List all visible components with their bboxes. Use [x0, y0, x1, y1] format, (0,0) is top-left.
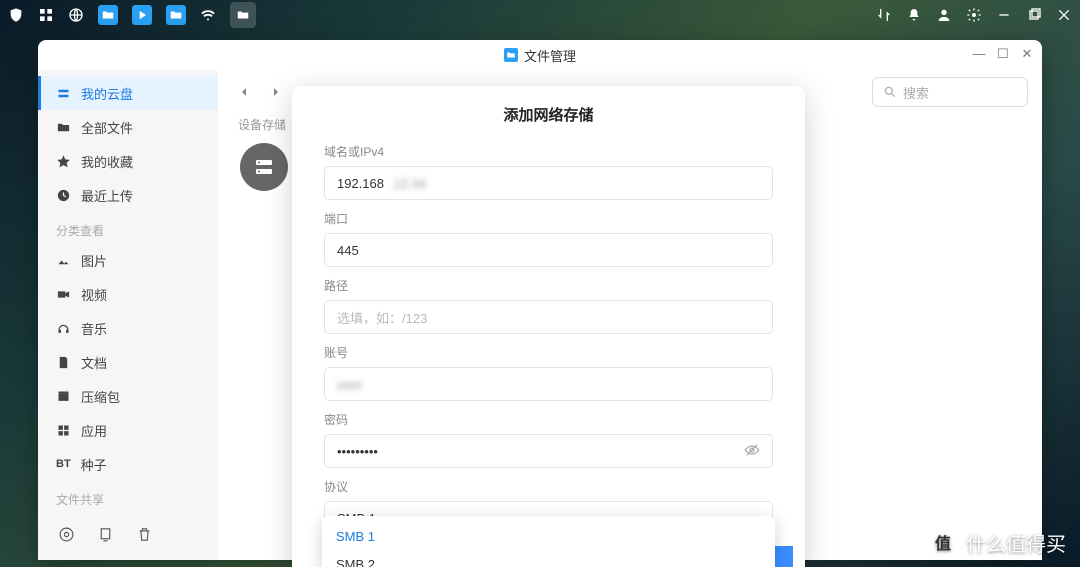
bt-prefix: BT	[56, 458, 71, 470]
search-placeholder: 搜索	[903, 83, 929, 102]
sidebar-item-favorites[interactable]: 我的收藏	[38, 144, 218, 178]
toggle-password-visibility-icon[interactable]	[744, 442, 760, 461]
sidebar-item-videos[interactable]: 视频	[38, 277, 218, 311]
account-input[interactable]: user	[324, 367, 773, 401]
watermark-badge: 值	[928, 527, 958, 557]
nav-back-button[interactable]	[232, 80, 256, 104]
sidebar-item-label: 图片	[81, 251, 107, 270]
transfer-icon[interactable]	[876, 7, 892, 23]
wifi-icon[interactable]	[200, 7, 216, 23]
sidebar-item-label: 我的收藏	[81, 152, 133, 171]
host-input[interactable]: 192.168.12.34	[324, 166, 773, 200]
bell-icon[interactable]	[906, 7, 922, 23]
window-titlebar: 文件管理 — ☐ ✕	[38, 40, 1042, 70]
win-maximize-icon[interactable]: ☐	[996, 46, 1010, 62]
sidebar-item-label: 最近上传	[81, 186, 133, 205]
device-icon[interactable]	[97, 526, 114, 546]
sidebar: 我的云盘 全部文件 我的收藏 最近上传 分类查看 图片 视频	[38, 70, 218, 560]
win-close-icon[interactable]: ✕	[1020, 46, 1034, 62]
sidebar-item-recent[interactable]: 最近上传	[38, 178, 218, 212]
globe-icon[interactable]	[68, 7, 84, 23]
host-label: 域名或IPv4	[324, 143, 773, 160]
sidebar-item-label: 音乐	[81, 319, 107, 338]
sidebar-item-archives[interactable]: 压缩包	[38, 379, 218, 413]
win-minimize-icon[interactable]: —	[972, 46, 986, 62]
sidebar-item-label: 种子	[81, 455, 107, 474]
storage-disk-icon[interactable]	[240, 143, 288, 191]
sidebar-item-apps[interactable]: 应用	[38, 413, 218, 447]
protocol-option[interactable]: SMB 2	[322, 550, 775, 567]
shield-icon[interactable]	[8, 7, 24, 23]
sys-minimize-icon[interactable]	[996, 7, 1012, 23]
file-manager-window: 文件管理 — ☐ ✕ 我的云盘 全部文件 我的收藏 最近上传	[38, 40, 1042, 560]
sys-restore-icon[interactable]	[1026, 7, 1042, 23]
sidebar-item-my-cloud[interactable]: 我的云盘	[38, 76, 218, 110]
port-input[interactable]: 445	[324, 233, 773, 267]
sidebar-group-share: 文件共享	[38, 481, 218, 512]
sidebar-item-docs[interactable]: 文档	[38, 345, 218, 379]
sidebar-item-music[interactable]: 音乐	[38, 311, 218, 345]
path-label: 路径	[324, 277, 773, 294]
path-input[interactable]: 选填，如：/123	[324, 300, 773, 334]
sidebar-item-images[interactable]: 图片	[38, 243, 218, 277]
watermark: 值 什么值得买	[928, 527, 1066, 557]
settings-icon[interactable]	[58, 526, 75, 546]
user-icon[interactable]	[936, 7, 952, 23]
window-title: 文件管理	[524, 46, 576, 65]
add-network-storage-dialog: 添加网络存储 域名或IPv4 192.168.12.34 端口 445 路径 选…	[292, 86, 805, 567]
password-input[interactable]: •••••••••	[324, 434, 773, 468]
watermark-text: 什么值得买	[966, 528, 1066, 557]
taskbar-play-icon[interactable]	[132, 5, 152, 25]
protocol-option[interactable]: SMB 1	[322, 522, 775, 550]
nav-forward-button[interactable]	[264, 80, 288, 104]
trash-icon[interactable]	[136, 526, 153, 546]
dialog-title: 添加网络存储	[324, 104, 773, 125]
sidebar-item-torrents[interactable]: BT 种子	[38, 447, 218, 481]
protocol-label: 协议	[324, 478, 773, 495]
sidebar-group-categories: 分类查看	[38, 212, 218, 243]
search-input[interactable]: 搜索	[872, 77, 1028, 107]
account-label: 账号	[324, 344, 773, 361]
sidebar-item-all-files[interactable]: 全部文件	[38, 110, 218, 144]
sidebar-item-label: 压缩包	[81, 387, 120, 406]
password-label: 密码	[324, 411, 773, 428]
gear-icon[interactable]	[966, 7, 982, 23]
protocol-dropdown: SMB 1 SMB 2 SMB 3	[322, 516, 775, 567]
sidebar-item-label: 视频	[81, 285, 107, 304]
app-icon	[504, 48, 518, 62]
sidebar-item-label: 文档	[81, 353, 107, 372]
sidebar-item-label: 应用	[81, 421, 107, 440]
system-top-bar	[0, 0, 1080, 30]
search-icon	[883, 85, 897, 99]
sidebar-item-label: 全部文件	[81, 118, 133, 137]
sidebar-item-label: 我的云盘	[81, 84, 133, 103]
taskbar-folder-icon[interactable]	[98, 5, 118, 25]
taskbar-active-app-icon[interactable]	[230, 2, 256, 28]
taskbar-folder2-icon[interactable]	[166, 5, 186, 25]
apps-icon[interactable]	[38, 7, 54, 23]
sys-close-icon[interactable]	[1056, 7, 1072, 23]
port-label: 端口	[324, 210, 773, 227]
